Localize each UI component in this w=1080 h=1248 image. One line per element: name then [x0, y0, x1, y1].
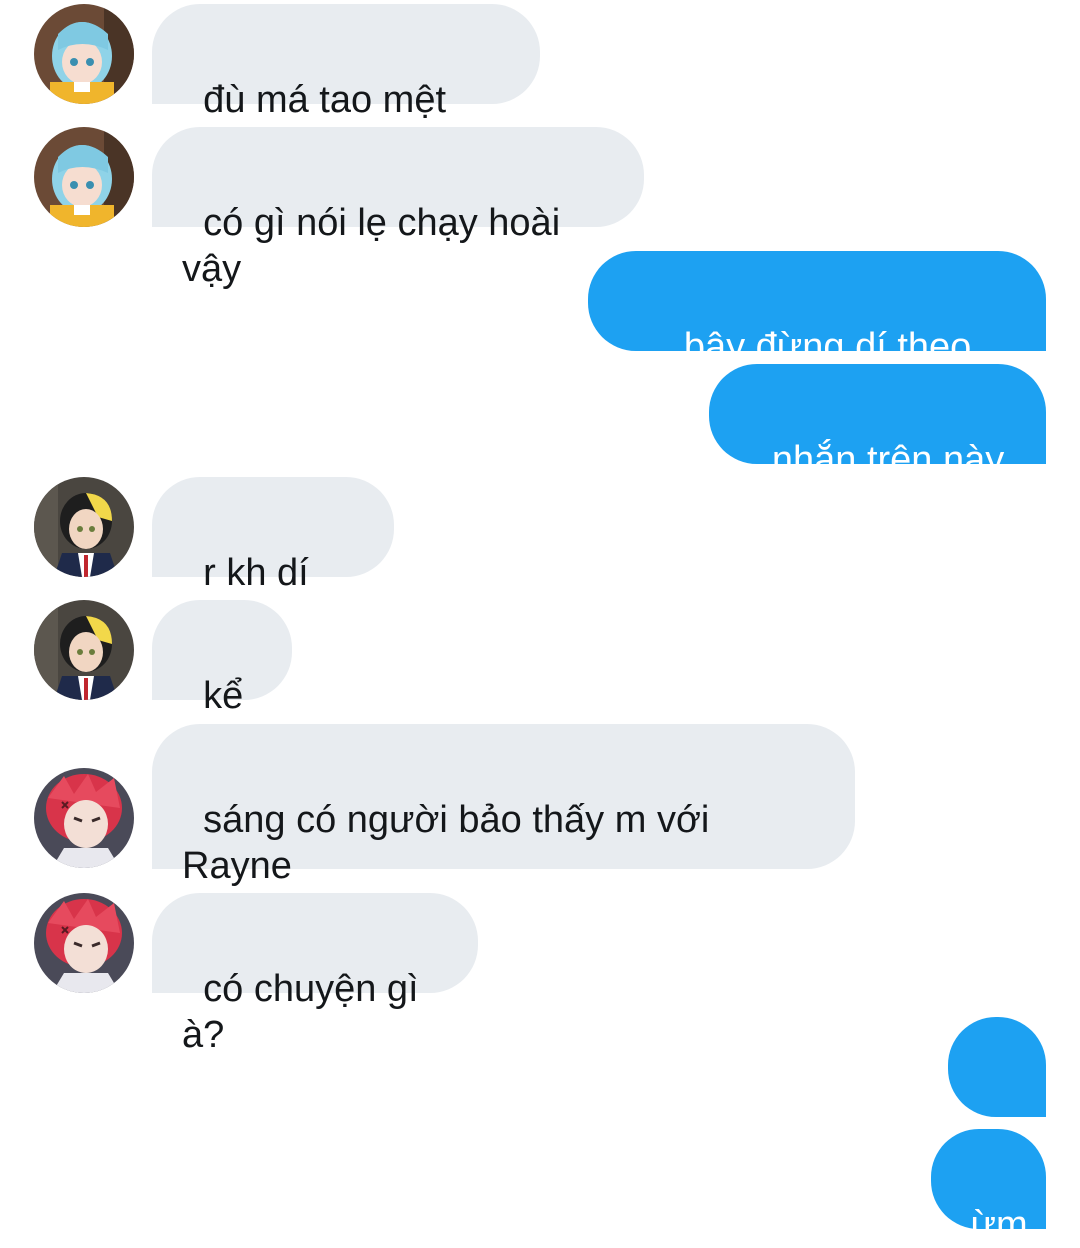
message-bubble-outgoing[interactable]: ừm	[931, 1129, 1046, 1246]
message-text: có chuyện gì à?	[182, 968, 430, 1056]
message-text: ừm	[970, 1204, 1028, 1246]
message-text: ....	[986, 1092, 1029, 1134]
message-bubble-outgoing[interactable]: nhắn trên này đi	[709, 364, 1046, 527]
message-bubble-incoming[interactable]: có chuyện gì à?	[152, 893, 478, 1056]
avatar-blue-hair[interactable]	[34, 127, 134, 227]
message-bubble-incoming[interactable]: sáng có người bảo thấy m với Rayne đi ri…	[152, 724, 855, 933]
message-text: nhắn trên này đi	[771, 439, 1015, 527]
message-text: có gì nói lẹ chạy hoài vậy	[182, 202, 571, 290]
message-bubble-outgoing[interactable]: bây đừng dí theo nữa...	[588, 251, 1046, 414]
message-bubble-outgoing[interactable]: ....	[948, 1017, 1046, 1134]
message-bubble-incoming[interactable]: đù má tao mệt nha	[152, 4, 540, 167]
avatar-two-tone-hair[interactable]	[34, 600, 134, 700]
message-bubble-incoming[interactable]: có gì nói lẹ chạy hoài vậy	[152, 127, 644, 290]
avatar-two-tone-hair[interactable]	[34, 477, 134, 577]
message-bubble-incoming[interactable]: kể đi	[152, 600, 292, 763]
dm-conversation: { "conversation": { "messages": [ {"send…	[0, 0, 1080, 1246]
avatar-red-hair[interactable]	[34, 893, 134, 993]
avatar-red-hair[interactable]	[34, 768, 134, 868]
message-bubble-incoming[interactable]: r kh dí nữa	[152, 477, 394, 640]
avatar-blue-hair[interactable]	[34, 4, 134, 104]
